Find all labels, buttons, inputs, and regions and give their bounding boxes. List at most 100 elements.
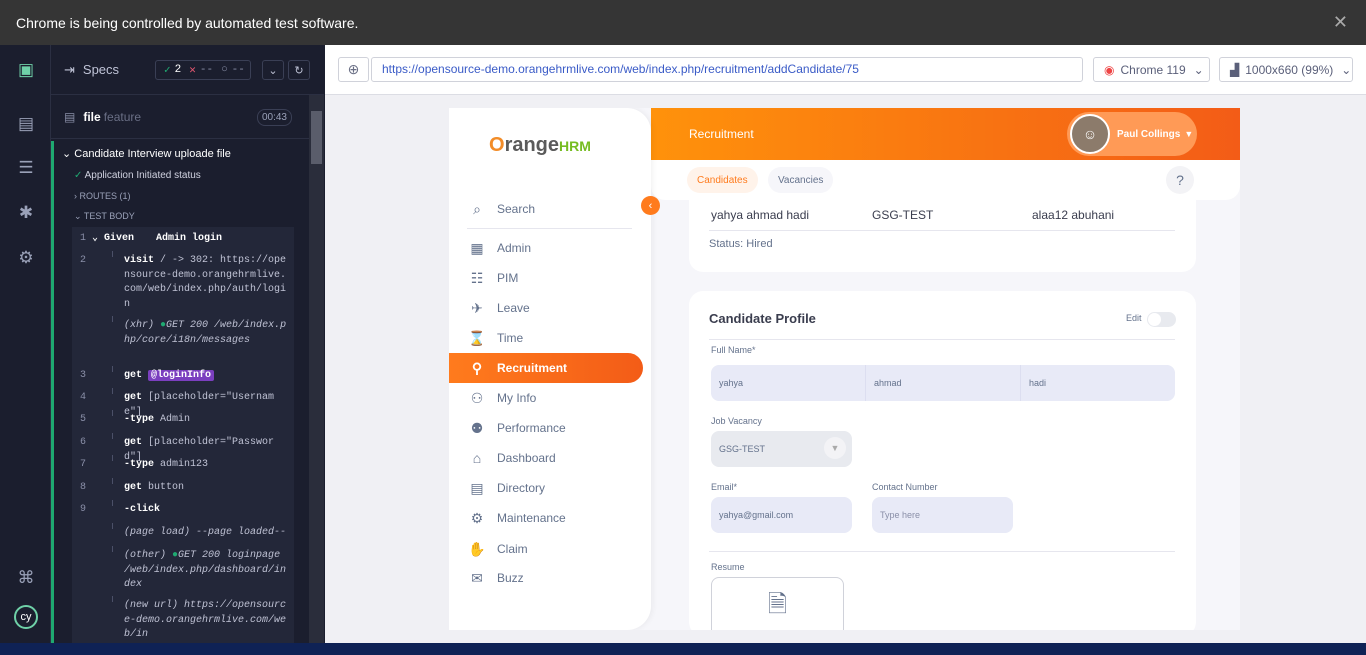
browser-select[interactable]: ◉ Chrome 119 ⌄ [1093,57,1210,82]
browser-name: Chrome 119 [1120,62,1186,77]
command-number: 3 [80,370,87,381]
user-dropdown[interactable]: ☺ Paul Collings ▼ [1067,112,1197,156]
url-field[interactable]: https://opensource-demo.orangehrmlive.co… [371,57,1083,82]
avatar: ☺ [1070,114,1110,154]
command-number: 6 [80,437,87,448]
spec-scrollbar[interactable] [309,95,324,643]
command-keyword: get [124,482,143,493]
command-indent-bar [112,500,113,506]
pass-icon: ✓ [74,170,83,181]
test-label: Application Initiated status [84,170,201,181]
pending-count: -- [231,64,245,76]
sidebar-item-recruitment[interactable]: ⚲ Recruitment [449,353,643,383]
dashboard-icon: ⌂ [472,450,482,466]
job-vacancy-select[interactable]: GSG-TEST ▼ [711,431,852,467]
sidebar-item-time[interactable]: ⌛ Time [449,323,643,353]
claim-icon: ✋ [468,540,486,557]
email-input[interactable]: yahya@gmail.com [711,497,852,533]
command-body: (other) ●GET 200 loginpage /web/index.ph… [124,549,292,593]
sidebar-item-maintenance[interactable]: ⚙ Maintenance [449,503,643,533]
chevron-down-icon[interactable]: ⌄ [262,60,284,80]
sidebar-item-claim[interactable]: ✋ Claim [449,534,643,564]
collapse-sidebar-icon[interactable]: ‹ [641,196,660,215]
command-body: (page load) --page loaded-- [124,526,292,541]
tab-vacancies[interactable]: Vacancies [768,167,834,193]
edit-toggle[interactable] [1147,312,1176,327]
sidebar-item-dashboard[interactable]: ⌂ Dashboard [449,443,643,473]
command-arg: Admin login [156,233,223,244]
resume-file-icon[interactable]: 🗎 [711,577,844,630]
cypress-app-icon[interactable]: ▣ [15,59,37,81]
first-name-input[interactable]: yahya [711,365,866,401]
sidebar-item-performance[interactable]: ⚉ Performance [449,413,643,443]
viewport-info[interactable]: ▟ 1000x660 (99%) ⌄ [1219,57,1353,82]
sidebar-item-admin[interactable]: ▦ Admin [449,233,643,263]
email-label: Email* [711,482,738,492]
contact-number-label: Contact Number [872,482,938,492]
spec-runner-panel: ⇥ Specs ✓ 2 ✕ -- ○ -- ⌄ ↻ ▤ file feature… [51,45,324,643]
specs-icon[interactable]: ▤ [15,113,37,135]
buzz-icon: ✉ [471,569,483,586]
middle-name-input[interactable]: ahmad [866,365,1021,401]
keyboard-shortcuts-icon[interactable]: ⌘ [15,567,37,589]
close-icon[interactable]: ✕ [1333,12,1348,33]
orangehrm-logo: OrangeHRM [489,134,591,157]
pim-icon: ☷ [470,269,484,286]
sidebar-search[interactable]: ⌕ Search [449,194,643,224]
command-indent-bar [112,251,113,257]
help-button[interactable]: ? [1166,166,1194,194]
test-body-toggle[interactable]: ⌄ TEST BODY [74,211,135,222]
command-body: get button [124,481,292,496]
sidebar-item-label: Claim [497,542,528,556]
test-item[interactable]: ✓ Application Initiated status [74,170,201,181]
specs-label[interactable]: Specs [83,62,119,77]
application-stage-card: yahya ahmad hadi GSG-TEST alaa12 abuhani… [689,200,1196,272]
command-body: -type admin123 [124,458,292,473]
scrollbar-thumb[interactable] [311,111,322,164]
command-indent-bar [112,410,113,416]
sidebar-item-leave[interactable]: ✈ Leave [449,293,643,323]
test-stats: ✓ 2 ✕ -- ○ -- [155,60,251,80]
performance-icon: ⚉ [470,419,484,436]
orangehrm-app: Recruitment ☺ Paul Collings ▼ Candidates… [449,108,1240,630]
command-arg: button [148,482,185,493]
routes-toggle[interactable]: › ROUTES (1) [74,191,131,201]
command-number: 9 [80,504,87,515]
tab-candidates[interactable]: Candidates [687,167,758,193]
contact-number-input[interactable]: Type here [872,497,1013,533]
sidebar-item-buzz[interactable]: ✉ Buzz [449,563,643,593]
specs-icon: ⇥ [64,61,75,77]
gear-icon[interactable]: ⚙ [15,247,37,269]
aut-pane: ⊕ https://opensource-demo.orangehrmlive.… [325,45,1366,643]
sidebar-item-pim[interactable]: ☷ PIM [449,263,643,293]
sidebar-item-label: Performance [497,421,566,435]
last-name-input[interactable]: hadi [1021,365,1175,401]
command-body: (xhr) ●GET 200 /web/index.php/core/i18n/… [124,319,292,348]
command-arg: Admin [160,414,191,425]
candidate-profile-card: Candidate Profile Edit Full Name* yahya … [689,291,1196,630]
status-text: Status: Hired [709,238,773,250]
sidebar-item-my-info[interactable]: ⚇ My Info [449,383,643,413]
caret-down-icon: ▼ [1184,129,1194,139]
command-indent-bar [112,366,113,372]
command-number: 5 [80,414,87,425]
command-keyword: (xhr) [124,320,155,331]
debug-icon[interactable]: ✱ [15,202,37,224]
leave-icon: ✈ [471,299,483,316]
command-indent-bar [112,596,113,602]
sidebar-item-label: Leave [497,301,530,315]
full-name-label: Full Name* [711,345,756,355]
suite-title[interactable]: ⌄ Candidate Interview uploade file [62,147,231,160]
sidebar-item-directory[interactable]: ▤ Directory [449,473,643,503]
command-indent-bar [112,455,113,461]
command-log: 1 ⌄ Given Admin login 2 visit / -> 302: … [72,227,294,643]
command-number: 8 [80,482,87,493]
profile-title: Candidate Profile [709,311,816,326]
rerun-icon[interactable]: ↻ [288,60,310,80]
runs-icon[interactable]: ☰ [15,157,37,179]
command-body: -type Admin [124,413,292,428]
sidebar-item-label: Directory [497,481,546,495]
automation-banner: Chrome is being controlled by automated … [0,0,1366,45]
selector-playground-icon[interactable]: ⊕ [338,57,369,82]
divider [709,339,1175,340]
